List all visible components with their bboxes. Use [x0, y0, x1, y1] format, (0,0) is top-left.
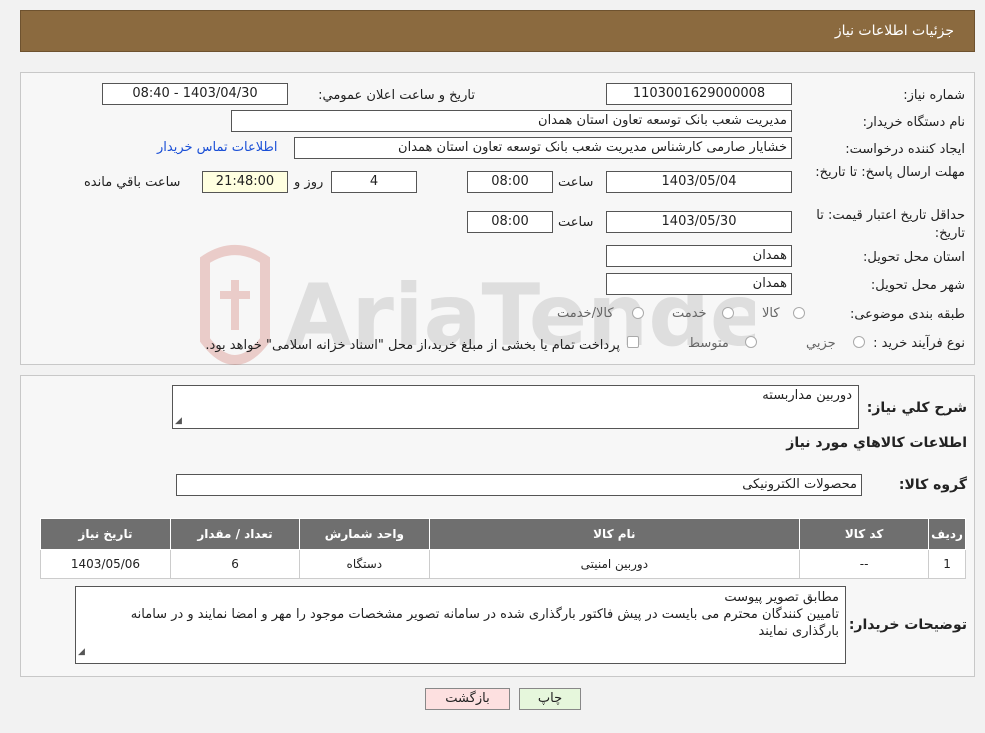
remaining-label: ساعت باقي مانده: [84, 175, 181, 190]
col-code: کد کالا: [799, 518, 930, 550]
deadline-time-field: 08:00: [467, 171, 553, 193]
category-option-both: کالا/خدمت: [557, 306, 614, 321]
buyer-field: مدیریت شعب بانک توسعه تعاون استان همدان: [231, 110, 792, 132]
cell-row: 1: [928, 549, 966, 579]
buyer-notes-line1: مطابق تصویر پیوست: [724, 590, 839, 605]
validity-date-field: 1403/05/30: [606, 211, 792, 233]
process-treasury-checkbox[interactable]: [627, 336, 639, 348]
cell-code: --: [799, 549, 930, 579]
category-radio-both[interactable]: [632, 307, 644, 319]
cell-date: 1403/05/06: [40, 549, 171, 579]
page-title: جزئیات اطلاعات نیاز: [834, 23, 954, 39]
need-number-field: 1103001629000008: [606, 83, 792, 105]
col-date: تاریخ نیاز: [40, 518, 171, 550]
col-row: ردیف: [928, 518, 966, 550]
table-header-row: ردیف کد کالا نام کالا واحد شمارش تعداد /…: [40, 518, 966, 550]
announce-field: 1403/04/30 - 08:40: [102, 83, 288, 105]
resize-handle-icon[interactable]: ◢: [78, 644, 85, 661]
buyer-notes-field: مطابق تصویر پیوست تامیین کنندگان محترم م…: [75, 586, 846, 664]
process-option-minor: جزيي: [806, 336, 836, 351]
cell-qty: 6: [169, 549, 301, 579]
process-label: نوع فرآیند خرید :: [873, 336, 965, 351]
remaining-time-field: 21:48:00: [202, 171, 288, 193]
announce-label: تاریخ و ساعت اعلان عمومي:: [318, 88, 475, 103]
province-field: همدان: [606, 245, 792, 267]
validity-label: حداقل تاریخ اعتبار قیمت: تا تاریخ:: [816, 208, 965, 241]
general-desc-value: دوربین مداربسته: [762, 388, 852, 403]
process-treasury-note: پرداخت تمام یا بخشی از مبلغ خرید،از محل …: [205, 338, 620, 353]
creator-field: خشایار صارمی کارشناس مدیریت شعب بانک توس…: [294, 137, 792, 159]
col-unit: واحد شمارش: [299, 518, 430, 550]
goods-group-label: گروه کالا:: [898, 477, 967, 493]
col-qty: تعداد / مقدار: [169, 518, 301, 550]
validity-time-label: ساعت: [558, 215, 594, 230]
city-label: شهر محل تحویل:: [870, 278, 965, 293]
category-option-service: خدمت: [672, 306, 707, 321]
buyer-notes-label: توضیحات خریدار:: [848, 617, 967, 633]
category-radio-goods[interactable]: [793, 307, 805, 319]
days-label: روز و: [294, 175, 324, 190]
resize-handle-icon[interactable]: ◢: [175, 416, 182, 426]
process-radio-medium[interactable]: [745, 336, 757, 348]
print-button[interactable]: چاپ: [519, 688, 581, 710]
category-option-goods: کالا: [762, 306, 780, 321]
deadline-label: مهلت ارسال پاسخ: تا تاریخ:: [815, 165, 965, 180]
buyer-label: نام دستگاه خریدار:: [862, 115, 965, 130]
city-field: همدان: [606, 273, 792, 295]
goods-table: ردیف کد کالا نام کالا واحد شمارش تعداد /…: [40, 518, 966, 579]
general-desc-field: دوربین مداربسته ◢: [172, 385, 859, 429]
page-header: جزئیات اطلاعات نیاز: [20, 10, 975, 52]
goods-group-field: محصولات الکترونیکی: [176, 474, 862, 496]
table-row[interactable]: 1 -- دوربین امنیتی دستگاه 6 1403/05/06: [40, 549, 966, 579]
creator-label: ایجاد کننده درخواست:: [845, 142, 965, 157]
province-label: استان محل تحویل:: [863, 250, 965, 265]
cell-unit: دستگاه: [299, 549, 430, 579]
validity-time-field: 08:00: [467, 211, 553, 233]
days-field: 4: [331, 171, 417, 193]
deadline-time-label: ساعت: [558, 175, 594, 190]
category-radio-service[interactable]: [722, 307, 734, 319]
process-radio-minor[interactable]: [853, 336, 865, 348]
col-name: نام کالا: [428, 518, 801, 550]
buyer-contact-link[interactable]: اطلاعات تماس خریدار: [157, 140, 277, 155]
goods-info-title: اطلاعات کالاهاي مورد نیاز: [786, 435, 967, 451]
need-number-label: شماره نیاز:: [903, 88, 965, 103]
back-button[interactable]: بازگشت: [425, 688, 510, 710]
deadline-date-field: 1403/05/04: [606, 171, 792, 193]
buyer-notes-line2: تامیین کنندگان محترم می بایست در پیش فاک…: [130, 607, 839, 639]
category-label: طبقه بندی موضوعی:: [849, 307, 965, 322]
general-desc-label: شرح کلي نیاز:: [866, 400, 967, 416]
cell-name: دوربین امنیتی: [428, 549, 801, 579]
process-option-medium: متوسط: [688, 336, 729, 351]
